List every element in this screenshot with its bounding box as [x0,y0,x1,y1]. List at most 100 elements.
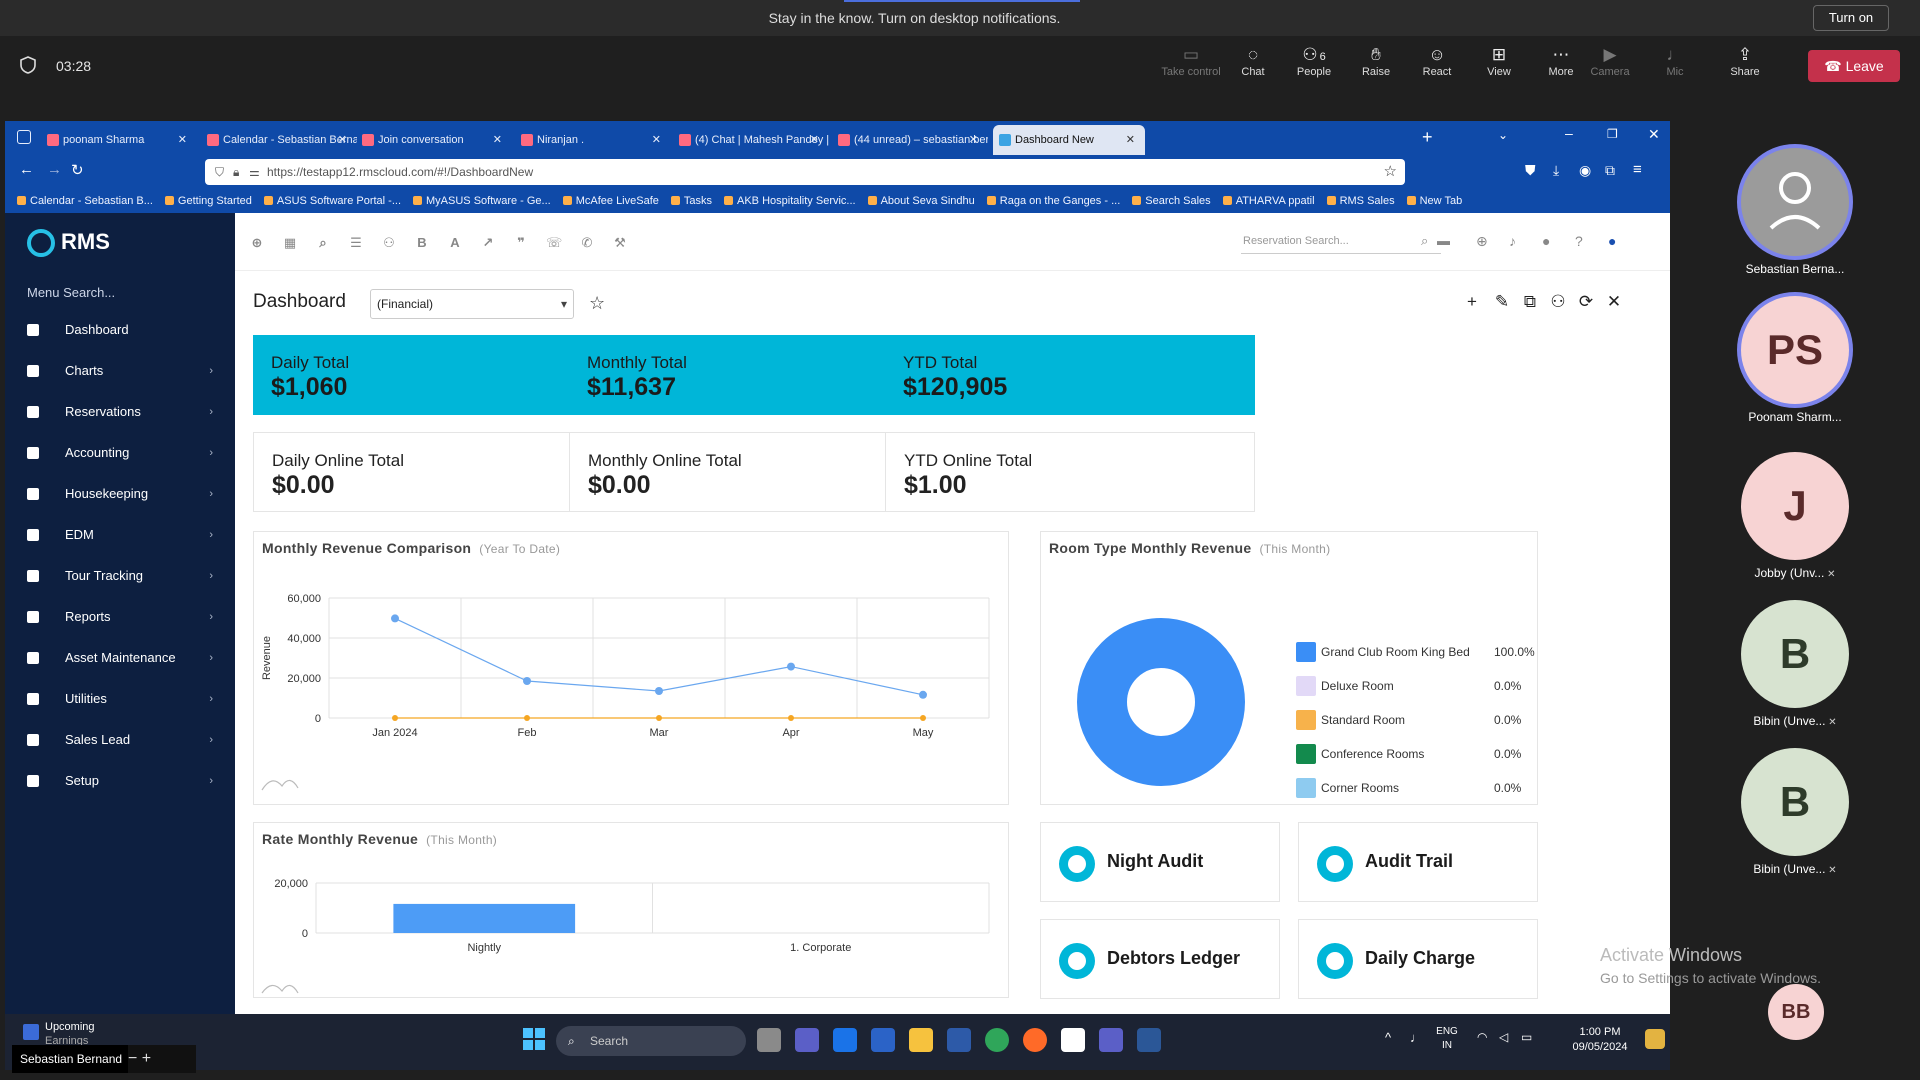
menu-search-input[interactable]: Menu Search... [27,285,115,300]
summary-card[interactable]: YTD Online Total $1.00 [885,432,1255,512]
sidebar-item-dashboard[interactable]: Dashboard [5,310,235,350]
raise-button[interactable]: ✋︎ Raise [1346,44,1406,94]
sidebar-item-charts[interactable]: Charts › [5,351,235,391]
sidebar-item-edm[interactable]: EDM › [5,515,235,555]
summary-card[interactable]: Monthly Total $11,637 [569,335,939,415]
download-icon[interactable]: ⤓ [1553,162,1559,179]
taskbar-clock[interactable]: 1:00 PM 09/05/2024 [1560,1025,1640,1055]
line-chart-icon[interactable]: ↗ [480,235,496,251]
b-icon[interactable]: B [414,235,430,251]
file-explorer-icon[interactable] [909,1028,933,1052]
widgets-button[interactable]: Upcoming Earnings [45,1020,95,1048]
help-icon[interactable]: ? [1575,233,1583,249]
bookmark-item[interactable]: ATHARVA ppatil [1223,189,1315,213]
summary-card[interactable]: Daily Total $1,060 [253,335,623,415]
calendar-icon[interactable]: ▦ [282,235,298,251]
chat-bubble-icon[interactable]: ● [1542,233,1550,249]
bookmark-item[interactable]: Tasks [671,189,712,213]
quote-icon[interactable]: ❞ [513,235,529,251]
data-point[interactable] [523,677,531,685]
sidebar-item-reports[interactable]: Reports › [5,597,235,637]
pocket-icon[interactable]: ⛊ [1525,162,1536,179]
url-field[interactable]: ⛉ 🔒︎ ⚌ https://testapp12.rmscloud.com/#!… [205,159,1405,185]
close-window-icon[interactable]: ✕ [1648,126,1660,143]
sidebar-item-housekeeping[interactable]: Housekeeping › [5,474,235,514]
bookmark-item[interactable]: AKB Hospitality Servic... [724,189,856,213]
browser-tab[interactable]: Join conversation ✕ [356,125,512,155]
hammer-icon[interactable]: ⚒ [612,235,628,251]
language-indicator[interactable]: ENG IN [1432,1025,1462,1053]
participant-tile[interactable]: B Bibin (Unve... ✕ [1735,748,1855,876]
sidebar-item-tour-tracking[interactable]: Tour Tracking › [5,556,235,596]
copy-icon[interactable]: ⧉ [1519,291,1541,313]
debtors-ledger-tile[interactable]: Debtors Ledger [1040,919,1280,999]
weather-icon[interactable] [23,1024,39,1040]
close-icon[interactable]: ✕ [1603,291,1625,313]
pdf-icon[interactable] [1061,1028,1085,1052]
daily-charge-tile[interactable]: Daily Charge [1298,919,1538,999]
summary-card[interactable]: Monthly Online Total $0.00 [569,432,939,512]
participant-tile[interactable]: PS Poonam Sharm... [1735,296,1855,424]
phone-book-icon[interactable]: ☏ [546,235,562,251]
tab-list-chevron-icon[interactable]: ⌄ [1498,128,1508,142]
bookmark-item[interactable]: McAfee LiveSafe [563,189,659,213]
data-point[interactable] [920,715,926,721]
tab-close-icon[interactable]: ✕ [493,125,502,155]
bookmark-item[interactable]: RMS Sales [1327,189,1395,213]
account-icon[interactable]: ◉ [1579,162,1591,179]
bookmark-item[interactable]: Raga on the Ganges - ... [987,189,1120,213]
leave-button[interactable]: ☎ Leave [1808,50,1900,82]
bookmark-item[interactable]: ASUS Software Portal -... [264,189,401,213]
mic-button[interactable]: ♩ Mic [1645,44,1705,94]
legend-item[interactable]: Standard Room 0.0% [1296,710,1536,732]
user-icon[interactable]: ● [1608,233,1616,249]
dashboard-selector[interactable]: (Financial) [370,289,574,319]
sidebar-item-accounting[interactable]: Accounting › [5,433,235,473]
tab-close-icon[interactable]: ✕ [652,125,661,155]
bookmark-item[interactable]: Getting Started [165,189,252,213]
browser-tab[interactable]: (4) Chat | Mahesh Pandey | Mic✕ [673,125,829,155]
legend-item[interactable]: Deluxe Room 0.0% [1296,676,1536,698]
reservation-search-input[interactable]: Reservation Search... [1241,228,1441,254]
tab-close-icon[interactable]: ✕ [338,125,347,155]
app-icon[interactable] [947,1028,971,1052]
data-point[interactable] [391,614,399,623]
mic-tray-icon[interactable]: ♩ [1410,1030,1423,1045]
teams-active-icon[interactable] [1099,1028,1123,1052]
people-icon[interactable]: ⚇ [381,235,397,251]
refresh-icon[interactable]: ⟳ [1575,291,1597,313]
audit-trail-tile[interactable]: Audit Trail [1298,822,1538,902]
tab-close-icon[interactable]: ✕ [969,125,978,155]
add-icon[interactable]: + [1461,291,1483,313]
browser-tab[interactable]: poonam Sharma ✕ [41,125,197,155]
store-icon[interactable] [871,1028,895,1052]
stage-zoom-controls[interactable]: − + [128,1045,196,1073]
person-icon[interactable]: ⚇ [1547,291,1569,313]
tab-close-icon[interactable]: ✕ [810,125,819,155]
self-avatar[interactable]: BB [1768,984,1824,1040]
restore-icon[interactable]: ❐ [1607,127,1618,141]
chrome-icon[interactable] [985,1028,1009,1052]
bookmark-item[interactable]: Calendar - Sebastian B... [17,189,153,213]
share-button[interactable]: ⇪ Share [1715,44,1775,94]
browser-tab[interactable]: Dashboard New ✕ [993,125,1145,155]
data-point[interactable] [656,715,662,721]
a-icon[interactable]: A [447,235,463,251]
battery-icon[interactable]: ▭ [1521,1030,1532,1044]
sidebar-item-asset-maintenance[interactable]: Asset Maintenance › [5,638,235,678]
word-icon[interactable] [1137,1028,1161,1052]
bookmark-item[interactable]: About Seva Sindhu [868,189,975,213]
task-view-icon[interactable] [757,1028,781,1052]
tab-close-icon[interactable]: ✕ [178,125,187,155]
turn-on-button[interactable]: Turn on [1813,5,1889,31]
back-icon[interactable]: ← [19,161,34,178]
pie-slice[interactable] [1077,618,1245,786]
edit-pencil-icon[interactable]: ✎ [1491,291,1513,313]
data-point[interactable] [392,715,398,721]
search-icon[interactable]: ⌕ [315,235,331,251]
globe-icon[interactable]: ⊕ [1476,233,1488,250]
search-icon[interactable]: ⌕ [1421,233,1428,249]
tab-actions-icon[interactable] [17,130,31,144]
bell-icon[interactable]: ♪ [1509,233,1516,249]
data-point[interactable] [919,690,927,699]
